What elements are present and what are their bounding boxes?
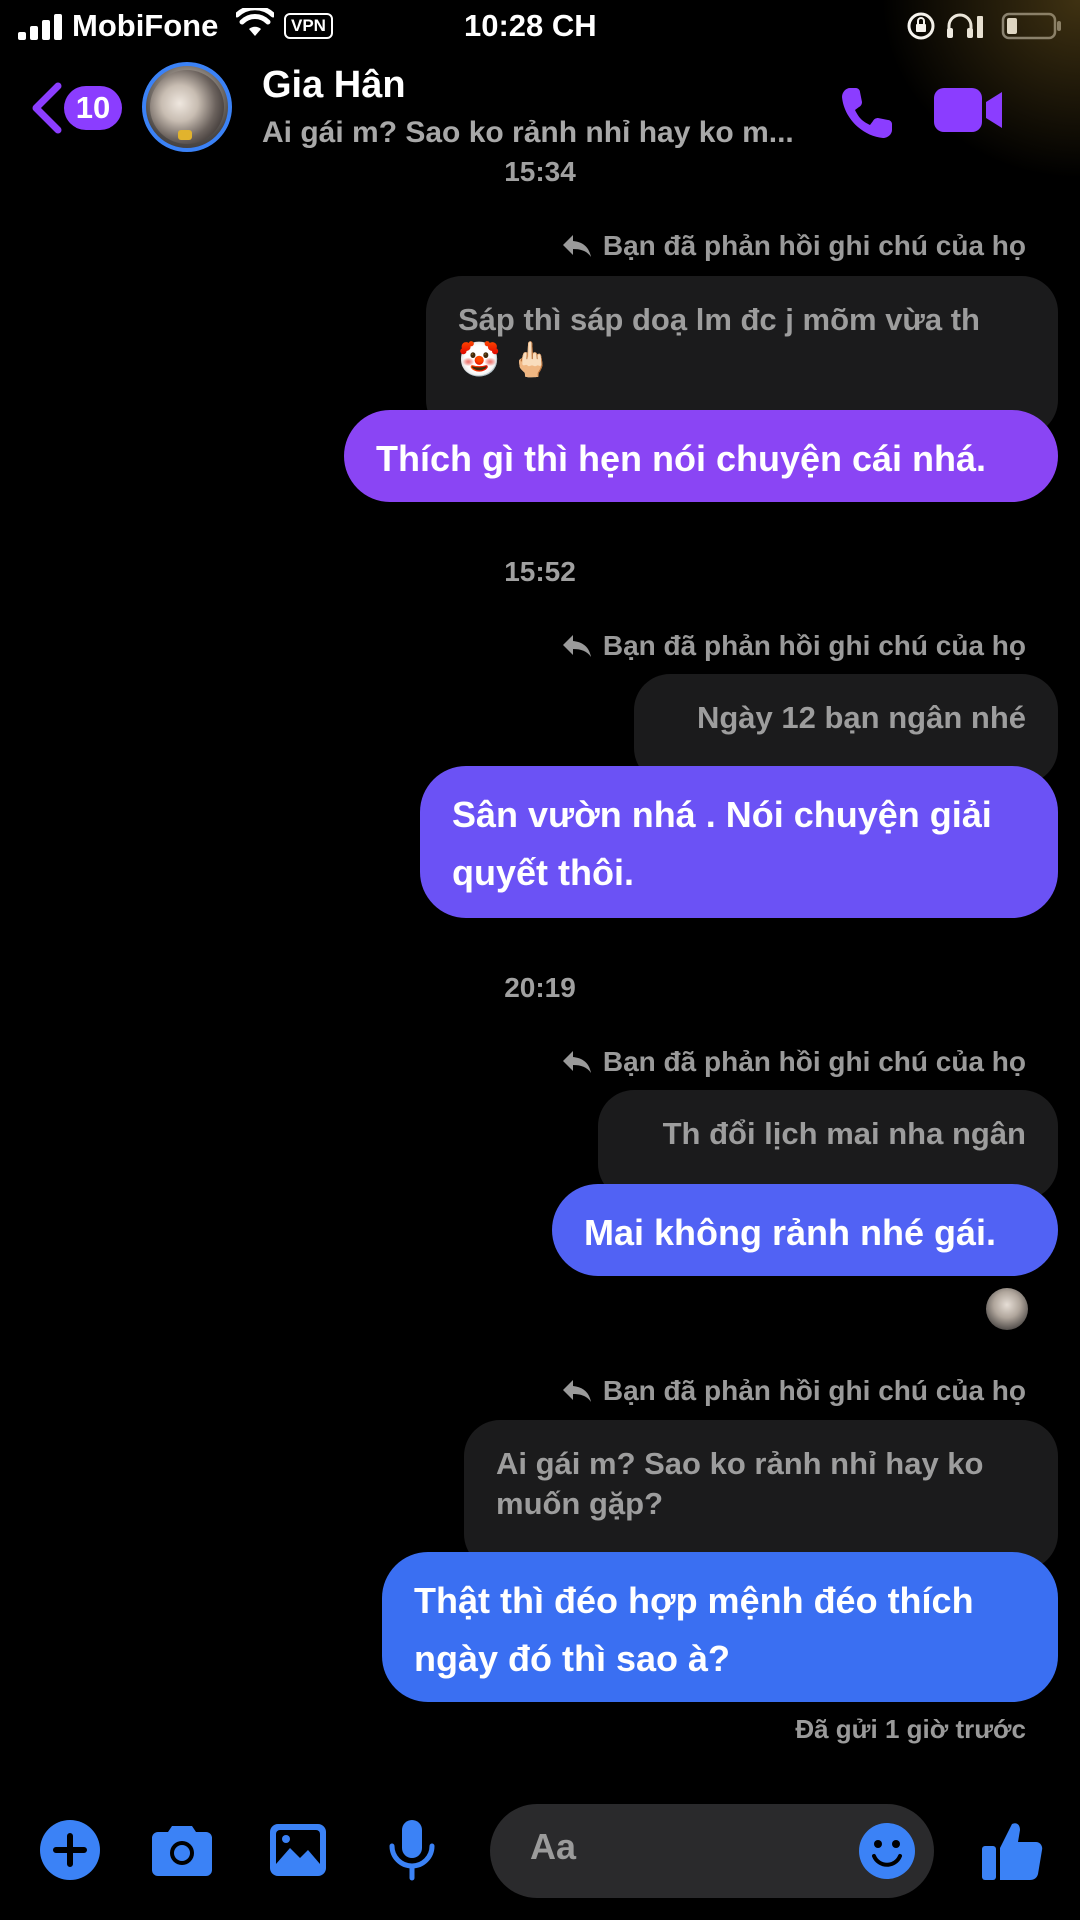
reply-note-text: Bạn đã phản hồi ghi chú của họ [602, 230, 1026, 261]
reply-icon [562, 1051, 591, 1073]
sent-message[interactable]: Sân vườn nhá . Nói chuyện giải quyết thô… [420, 766, 1058, 918]
unread-count-badge[interactable]: 10 [64, 86, 122, 130]
read-receipt-avatar [986, 1288, 1028, 1330]
emoji-icon[interactable] [858, 1822, 916, 1880]
reply-icon [562, 235, 591, 257]
delivery-status: Đã gửi 1 giờ trước [795, 1714, 1026, 1744]
quoted-note-text: Ngày 12 bạn ngân nhé [696, 700, 1026, 735]
message-input-placeholder: Aa [530, 1826, 577, 1867]
signal-icon [18, 14, 62, 40]
reply-note-text: Bạn đã phản hồi ghi chú của họ [602, 1375, 1026, 1406]
sent-message[interactable]: Thật thì đéo hợp mệnh đéo thích ngày đó … [382, 1552, 1058, 1702]
carrier-name: MobiFone [72, 8, 219, 43]
reply-note: Bạn đã phản hồi ghi chú của họ [561, 1375, 1026, 1407]
contact-preview: Ai gái m? Sao ko rảnh nhỉ hay ko m... [262, 116, 794, 149]
avatar-accent [178, 130, 192, 140]
reply-note: Bạn đã phản hồi ghi chú của họ [561, 630, 1026, 662]
quoted-note-text: Ai gái m? Sao ko rảnh nhỉ hay ko muốn gặ… [496, 1446, 984, 1521]
quoted-note-text: Sáp thì sáp doạ lm đc j mõm vừa th [458, 302, 980, 337]
back-icon[interactable] [30, 82, 64, 134]
timestamp: 20:19 [504, 972, 576, 1003]
timestamp: 15:34 [504, 156, 576, 187]
camera-icon[interactable] [150, 1818, 214, 1882]
wifi-icon [236, 8, 274, 36]
plus-icon[interactable] [38, 1818, 102, 1882]
reply-note-text: Bạn đã phản hồi ghi chú của họ [602, 630, 1026, 661]
reply-icon [562, 1380, 591, 1402]
reply-note-text: Bạn đã phản hồi ghi chú của họ [602, 1046, 1026, 1077]
timestamp: 15:52 [504, 556, 576, 587]
video-icon[interactable] [934, 86, 1004, 134]
reply-note: Bạn đã phản hồi ghi chú của họ [561, 230, 1026, 262]
clock: 10:28 CH [464, 8, 597, 43]
image-icon[interactable] [266, 1818, 330, 1882]
quoted-note-emoji: 🤡 🖕🏻 [458, 341, 553, 379]
reply-note: Bạn đã phản hồi ghi chú của họ [561, 1046, 1026, 1078]
sent-message[interactable]: Thích gì thì hẹn nói chuyện cái nhá. [344, 410, 1058, 502]
quoted-note[interactable]: Ai gái m? Sao ko rảnh nhỉ hay ko muốn gặ… [464, 1420, 1058, 1570]
home-indicator-area [0, 1905, 1080, 1920]
vpn-badge: VPN [284, 13, 333, 39]
reply-icon [562, 635, 591, 657]
phone-icon[interactable] [838, 84, 896, 142]
quoted-note-text: Th đổi lịch mai nha ngân [662, 1116, 1026, 1151]
sent-message[interactable]: Mai không rảnh nhé gái. [552, 1184, 1058, 1276]
mic-icon[interactable] [380, 1818, 444, 1882]
contact-name[interactable]: Gia Hân [262, 64, 406, 107]
like-icon[interactable] [980, 1818, 1044, 1882]
